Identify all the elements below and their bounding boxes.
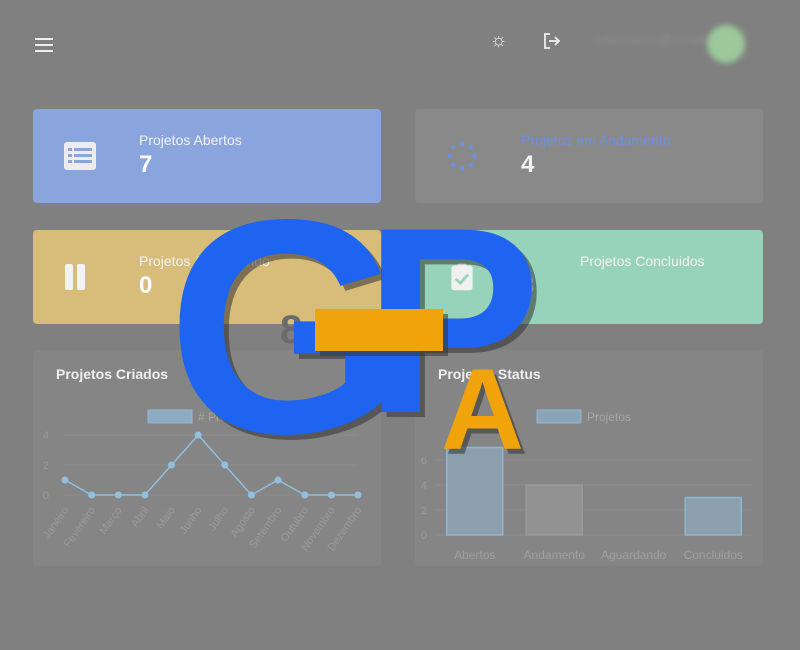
top-bar: ☼ username@email bbox=[0, 0, 800, 90]
gpa-logo: G G P P A A bbox=[175, 195, 546, 465]
x-tick-label: Março bbox=[97, 505, 124, 537]
data-point bbox=[354, 491, 362, 499]
data-point bbox=[327, 491, 335, 499]
card-label: Projetos Abertos bbox=[139, 132, 242, 148]
x-tick-label: Aguardando bbox=[601, 548, 667, 562]
x-tick-label: Andamento bbox=[524, 548, 586, 562]
bar bbox=[525, 484, 583, 536]
y-tick-label: 2 bbox=[43, 460, 49, 472]
y-tick-label: 4 bbox=[421, 480, 427, 492]
x-tick-label: Abertos bbox=[454, 548, 495, 562]
card-value: 0 bbox=[139, 272, 153, 299]
y-tick-label: 0 bbox=[421, 530, 427, 542]
x-tick-label: Maio bbox=[154, 505, 178, 531]
x-tick-label: Junho bbox=[178, 505, 205, 536]
list-icon bbox=[64, 142, 96, 170]
logo-letter-a: A bbox=[441, 346, 524, 465]
data-point bbox=[88, 491, 96, 499]
card-label: Projetos Concluidos bbox=[580, 253, 705, 269]
y-tick-label: 4 bbox=[43, 430, 49, 442]
x-tick-label: Concluidos bbox=[684, 548, 743, 562]
dashboard-page: ☼ username@email Projetos Abertos 7 Proj… bbox=[0, 0, 800, 650]
card-value: 4 bbox=[521, 151, 535, 178]
card-open-projects[interactable]: Projetos Abertos 7 bbox=[33, 109, 381, 203]
card-in-progress-projects[interactable]: Projetos em Andamento 4 bbox=[415, 109, 763, 203]
theme-toggle-icon[interactable]: ☼ bbox=[490, 31, 507, 51]
data-point bbox=[168, 461, 176, 469]
logout-icon[interactable] bbox=[542, 31, 562, 51]
avatar[interactable] bbox=[707, 25, 745, 63]
legend-label: Projetos bbox=[587, 410, 631, 424]
y-tick-label: 0 bbox=[43, 490, 49, 502]
data-point bbox=[61, 476, 69, 484]
bar bbox=[684, 496, 742, 536]
data-point bbox=[301, 491, 309, 499]
data-point bbox=[114, 491, 122, 499]
menu-icon[interactable] bbox=[35, 38, 53, 54]
data-point bbox=[247, 491, 255, 499]
x-tick-label: Abril bbox=[129, 505, 151, 530]
y-tick-label: 2 bbox=[421, 505, 427, 517]
card-label: Projetos em Andamento bbox=[521, 132, 671, 148]
username-text[interactable]: username@email bbox=[596, 31, 706, 47]
pause-icon bbox=[65, 264, 85, 290]
data-point bbox=[141, 491, 149, 499]
spinner-icon bbox=[447, 141, 477, 171]
card-value: 7 bbox=[139, 151, 153, 178]
data-point bbox=[274, 476, 282, 484]
x-tick-label: Julho bbox=[206, 505, 231, 533]
